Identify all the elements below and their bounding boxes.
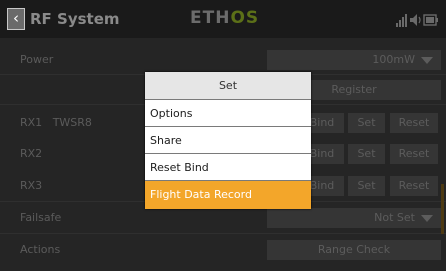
power-label: Power [20, 53, 54, 66]
rx3-reset-button[interactable]: Reset [390, 176, 438, 196]
failsafe-dropdown[interactable]: Not Set [267, 208, 441, 228]
power-value: 100mW [372, 53, 415, 66]
rx1-label: RX1 TWSR8 [20, 116, 92, 129]
rx1-set-button[interactable]: Set [348, 113, 385, 133]
menu-item-options[interactable]: Options [145, 99, 311, 126]
power-row: Power 100mW [0, 47, 446, 74]
rx3-label: RX3 [20, 179, 43, 192]
rx2-set-button[interactable]: Set [348, 144, 385, 164]
failsafe-value: Not Set [374, 211, 415, 224]
page-title: RF System [30, 10, 120, 28]
range-check-button[interactable]: Range Check [267, 240, 441, 260]
rx2-reset-button[interactable]: Reset [390, 144, 438, 164]
menu-item-reset-bind[interactable]: Reset Bind [145, 153, 311, 180]
back-button[interactable]: ‹ [7, 8, 25, 30]
rx1-receiver-name: TWSR8 [52, 116, 92, 129]
top-bar: ‹ RF System ETHOS [0, 0, 446, 38]
actions-row: Actions Range Check [0, 237, 446, 264]
chevron-left-icon: ‹ [13, 9, 19, 27]
chevron-down-icon [421, 56, 433, 64]
rx3-set-button[interactable]: Set [348, 176, 385, 196]
speaker-icon [410, 14, 421, 26]
rx2-label: RX2 [20, 147, 43, 160]
failsafe-row: Failsafe Not Set [0, 205, 446, 232]
signal-bars-icon [396, 14, 407, 27]
rx1-reset-button[interactable]: Reset [390, 113, 438, 133]
popup-title: Set [145, 72, 311, 99]
power-dropdown[interactable]: 100mW [267, 50, 441, 70]
scrollbar[interactable] [441, 184, 444, 234]
ethos-logo: ETHOS [190, 8, 260, 28]
status-icons [396, 14, 438, 27]
actions-label: Actions [20, 243, 61, 256]
menu-item-flight-data-record[interactable]: Flight Data Record [145, 180, 311, 209]
set-popup-menu: Set Options Share Reset Bind Flight Data… [145, 72, 311, 209]
menu-item-share[interactable]: Share [145, 126, 311, 153]
failsafe-label: Failsafe [20, 211, 62, 224]
chevron-down-icon [421, 214, 433, 222]
battery-icon [423, 14, 438, 26]
rf-system-screen: ‹ RF System ETHOS Power 100mW Register R… [0, 0, 446, 271]
